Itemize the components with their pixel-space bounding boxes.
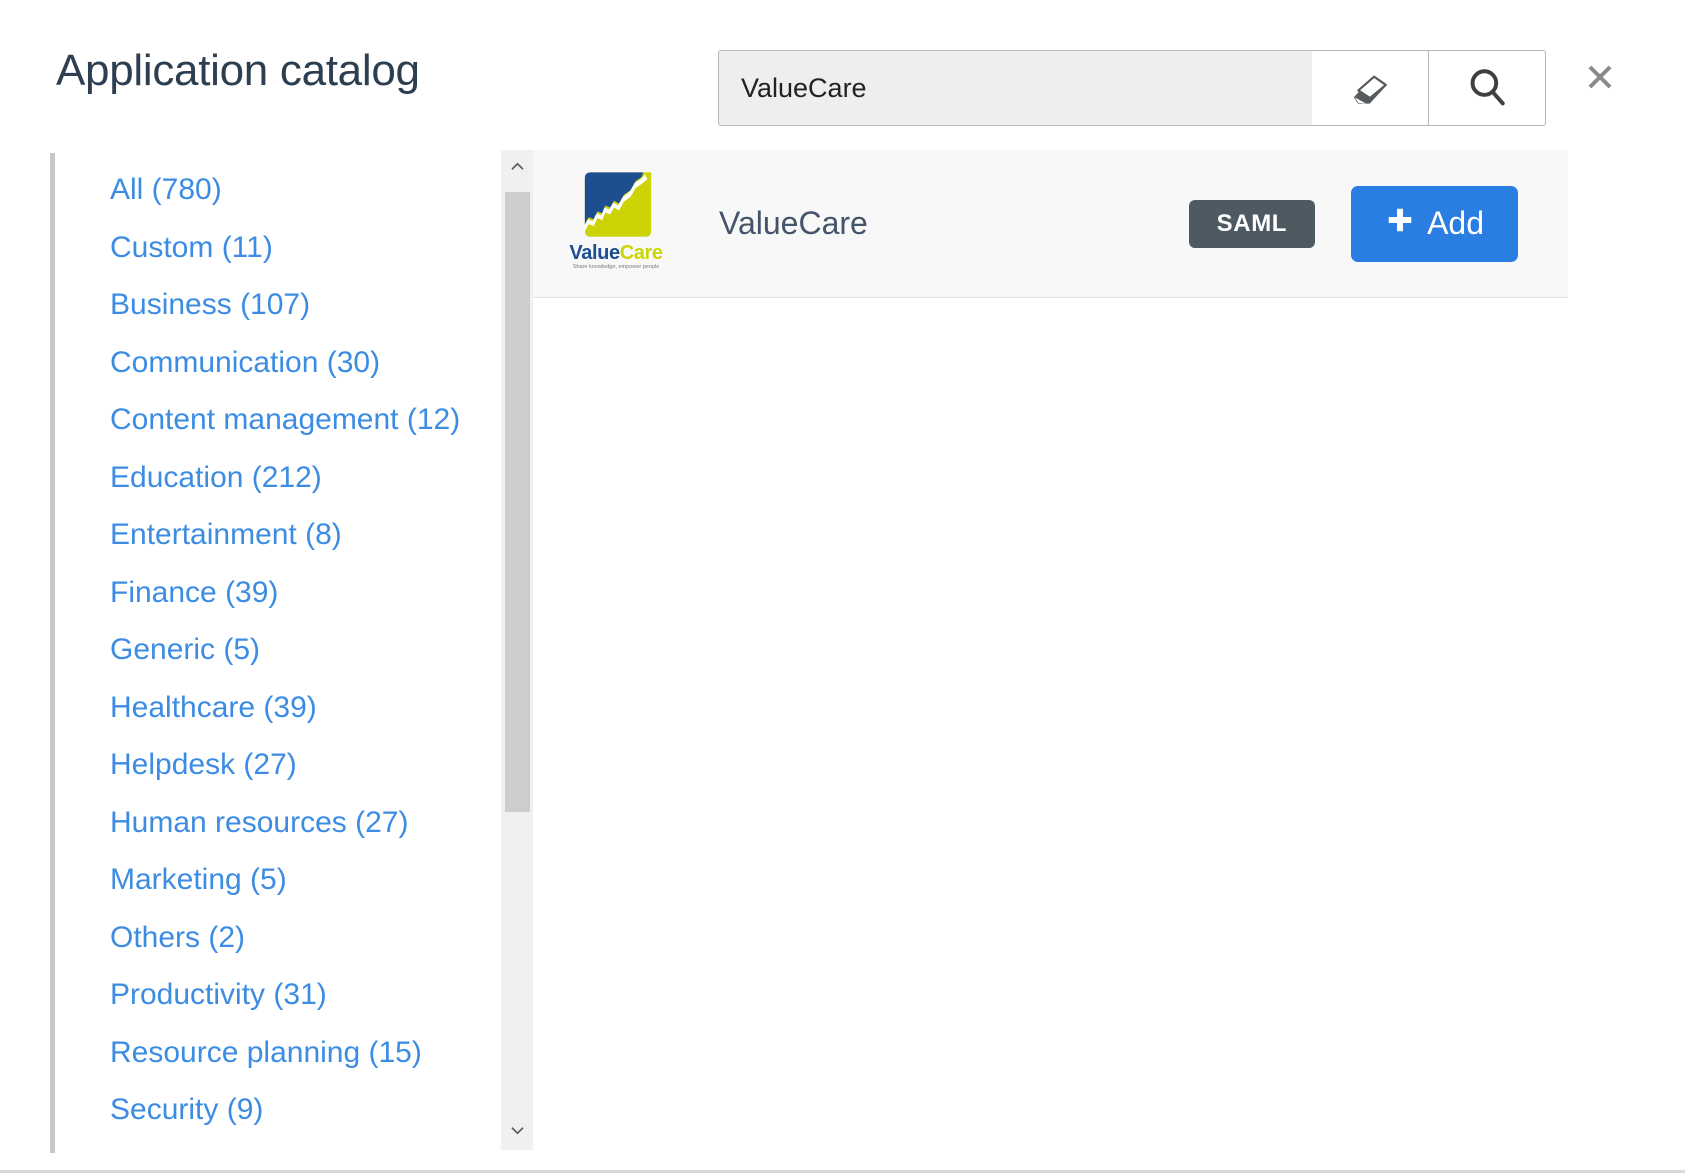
app-logo: ValueCare Share knowledge, empower peopl… [561,168,671,280]
plus-icon [1385,205,1415,241]
chevron-down-icon [510,1123,525,1141]
table-row[interactable]: ValueCare Share knowledge, empower peopl… [533,150,1568,298]
scrollbar-thumb[interactable] [505,192,530,812]
sidebar-item-marketing[interactable]: Marketing (5) [110,851,500,909]
sidebar-item-entertainment[interactable]: Entertainment (8) [110,506,500,564]
close-icon [1585,62,1615,95]
sidebar-item-finance[interactable]: Finance (39) [110,564,500,622]
page-title: Application catalog [56,46,420,95]
sidebar-item-helpdesk[interactable]: Helpdesk (27) [110,736,500,794]
clear-search-button[interactable] [1312,50,1429,126]
sidebar-item-healthcare[interactable]: Healthcare (39) [110,679,500,737]
logo-word-care: Care [619,241,663,264]
sidebar-item-custom[interactable]: Custom (11) [110,219,500,277]
sidebar-item-all[interactable]: All (780) [110,161,500,219]
sidebar-item-education[interactable]: Education (212) [110,449,500,507]
category-list: All (780) Custom (11) Business (107) Com… [55,153,500,1139]
sidebar-item-generic[interactable]: Generic (5) [110,621,500,679]
sidebar-item-business[interactable]: Business (107) [110,276,500,334]
row-actions: SAML Add [1188,185,1568,262]
sidebar-item-security[interactable]: Security (9) [110,1081,500,1139]
chevron-up-icon [510,159,525,177]
status-badge: SAML [1188,199,1316,248]
close-dialog-button[interactable] [1580,58,1620,98]
search-group [718,50,1546,126]
sidebar-item-communication[interactable]: Communication (30) [110,334,500,392]
add-button-label: Add [1427,205,1484,241]
add-app-button[interactable]: Add [1351,185,1518,262]
sidebar-item-content-management[interactable]: Content management (12) [110,391,500,449]
scroll-down-button[interactable] [501,1114,534,1150]
dialog-body: All (780) Custom (11) Business (107) Com… [0,140,1685,1170]
search-icon [1466,66,1508,111]
eraser-icon [1348,65,1392,112]
sidebar-item-resource-planning[interactable]: Resource planning (15) [110,1024,500,1082]
sidebar-item-others[interactable]: Others (2) [110,909,500,967]
logo-word-value: Value [569,241,620,264]
category-sidebar: All (780) Custom (11) Business (107) Com… [50,153,500,1153]
logo-wordmark: ValueCare [561,242,671,265]
logo-tagline: Share knowledge, empower people [572,263,660,270]
results-panel: ValueCare Share knowledge, empower peopl… [533,150,1568,1153]
app-name: ValueCare [719,205,868,241]
sidebar-scrollbar[interactable] [500,150,534,1150]
scroll-up-button[interactable] [501,150,534,186]
application-catalog-dialog: Application catalog ValueCare All (780) … [0,0,1685,1173]
search-input[interactable] [718,50,1312,126]
sidebar-item-human-resources[interactable]: Human resources (27) [110,794,500,852]
sidebar-item-productivity[interactable]: Productivity (31) [110,966,500,1024]
search-submit-button[interactable] [1429,50,1546,126]
dialog-header: Application catalog [0,0,1685,140]
